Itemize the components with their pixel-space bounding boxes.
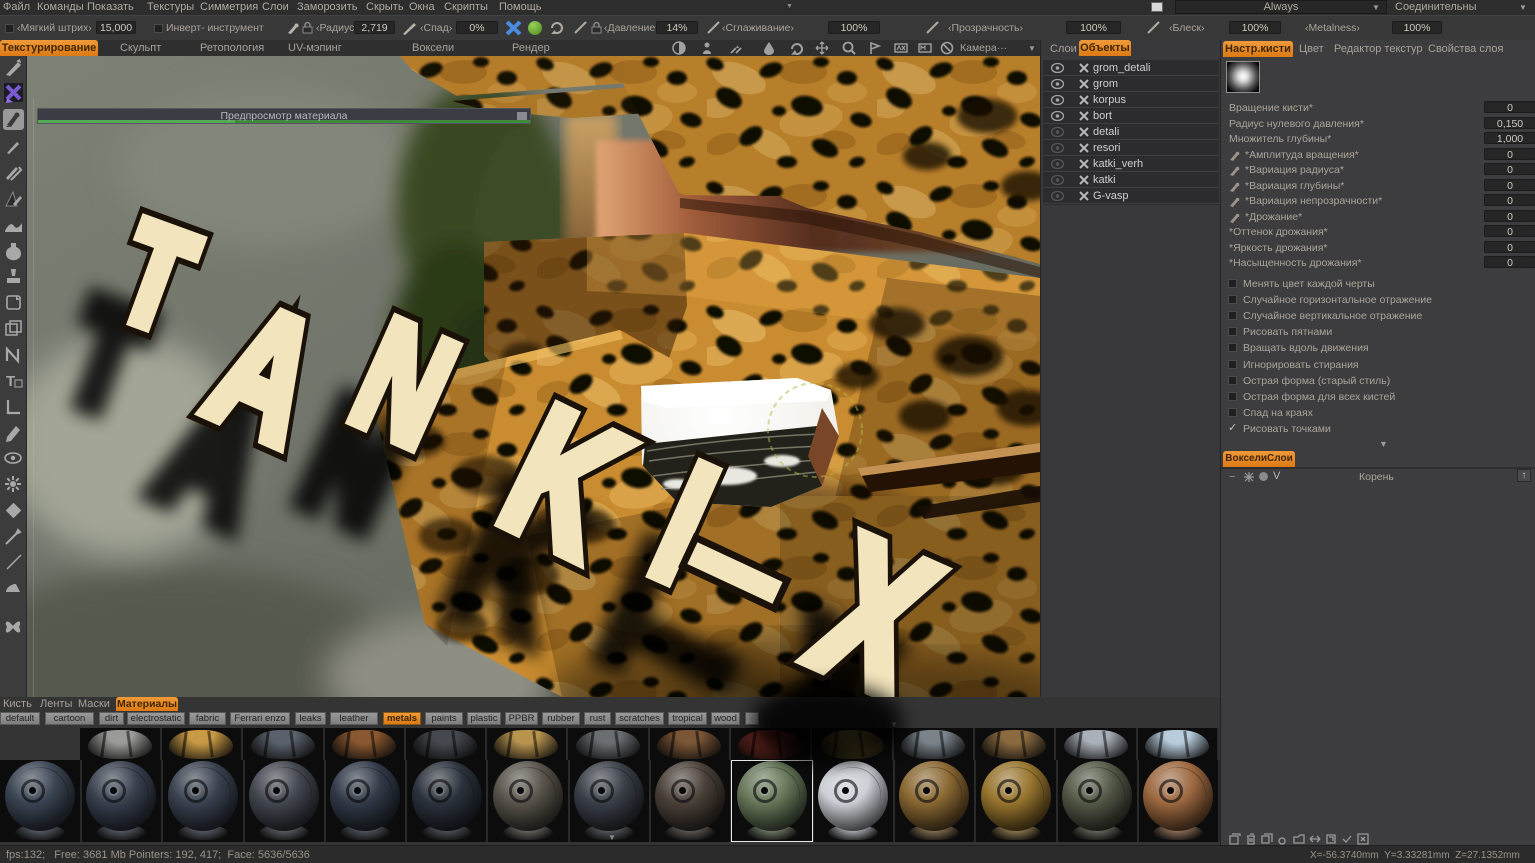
svg-text:T: T bbox=[6, 373, 15, 390]
